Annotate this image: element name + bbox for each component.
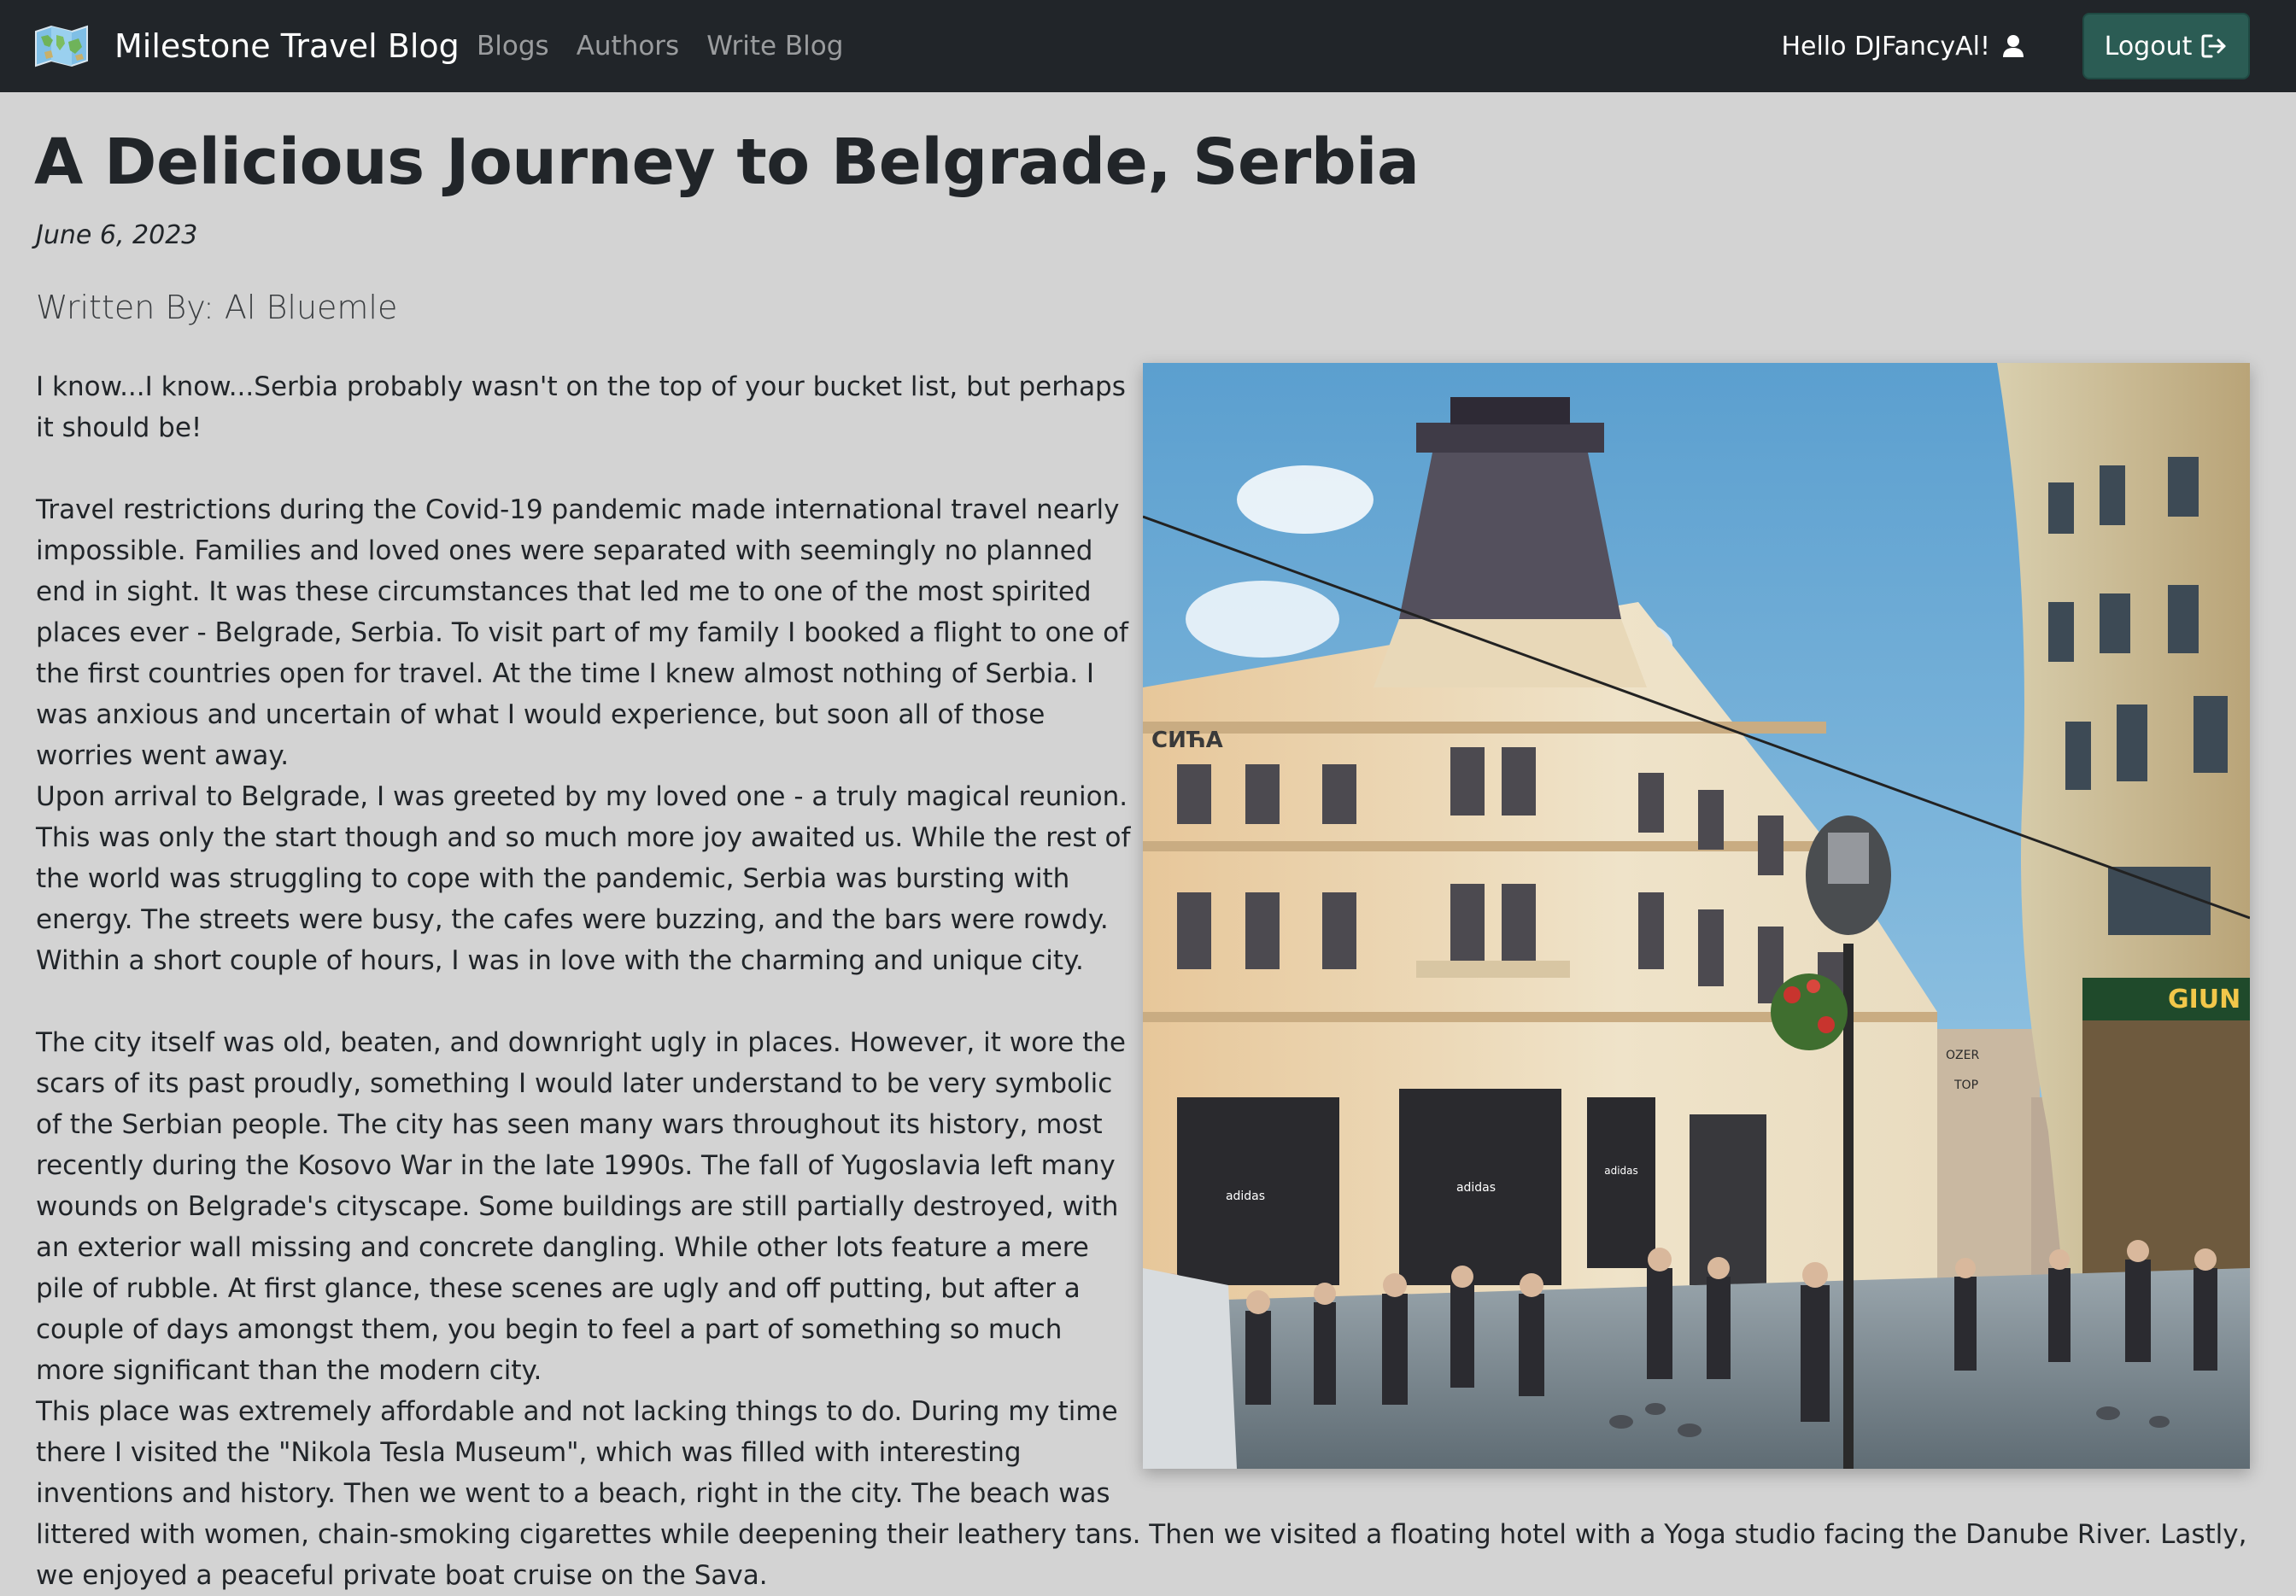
nav-link-authors[interactable]: Authors [577, 22, 680, 70]
article-paragraph-5-line: This place was extremely affordable and … [36, 1396, 1118, 1427]
navbar: Milestone Travel Blog Blogs Authors Writ… [0, 0, 2296, 92]
store-sign-3: adidas [1604, 1165, 1638, 1177]
article-paragraph-5-line: there I visited the "Nikola Tesla Museum… [36, 1437, 1022, 1468]
article-paragraph-5: This place was extremely affordable and … [36, 1391, 2257, 1596]
user-icon [2003, 35, 2024, 57]
article-paragraph-3: Upon arrival to Belgrade, I was greeted … [36, 781, 1131, 976]
store-sign-1: adidas [1226, 1190, 1265, 1203]
article-paragraph-5-text: This place was extremely affordable and … [36, 1391, 2257, 1596]
article-paragraph-5-rest: littered with women, chain-smoking cigar… [36, 1519, 2247, 1591]
nav-link-write-blog[interactable]: Write Blog [706, 22, 843, 70]
shop-sign: GIUN [2168, 985, 2240, 1014]
nav-links: Blogs Authors Write Blog [477, 22, 870, 70]
article-paragraph-5-line: inventions and history. Then we went to … [36, 1478, 1110, 1509]
article-author: Written By: Al Bluemle [36, 289, 398, 326]
greeting-text: Hello DJFancyAl! [1781, 31, 1990, 61]
article-image: adidas adidas adidas СИЋА OZER TOP GIUN [1143, 363, 2250, 1469]
small-sign-1: OZER [1946, 1049, 1979, 1062]
brand-link[interactable]: Milestone Travel Blog [34, 22, 460, 70]
logout-label: Logout [2104, 31, 2193, 61]
brand-title: Milestone Travel Blog [114, 27, 460, 65]
logout-button[interactable]: Logout [2082, 13, 2250, 79]
user-greeting: Hello DJFancyAl! [1781, 22, 2024, 70]
article-paragraph-1: I know...I know...Serbia probably wasn't… [36, 371, 1126, 443]
article-paragraph-4: The city itself was old, beaten, and dow… [36, 1027, 1126, 1386]
article-date: June 6, 2023 [36, 220, 198, 250]
world-map-icon [35, 25, 88, 67]
article-title: A Delicious Journey to Belgrade, Serbia [34, 126, 1420, 199]
sign-out-icon [2201, 34, 2226, 58]
small-sign-2: TOP [1953, 1079, 1978, 1092]
article-paragraph-2: Travel restrictions during the Covid-19 … [36, 494, 1128, 771]
nav-link-blogs[interactable]: Blogs [477, 22, 549, 70]
store-sign-2: adidas [1456, 1181, 1496, 1195]
belgrade-street-illustration: adidas adidas adidas СИЋА OZER TOP GIUN [1143, 363, 2250, 1469]
building-sign: СИЋА [1151, 728, 1223, 753]
